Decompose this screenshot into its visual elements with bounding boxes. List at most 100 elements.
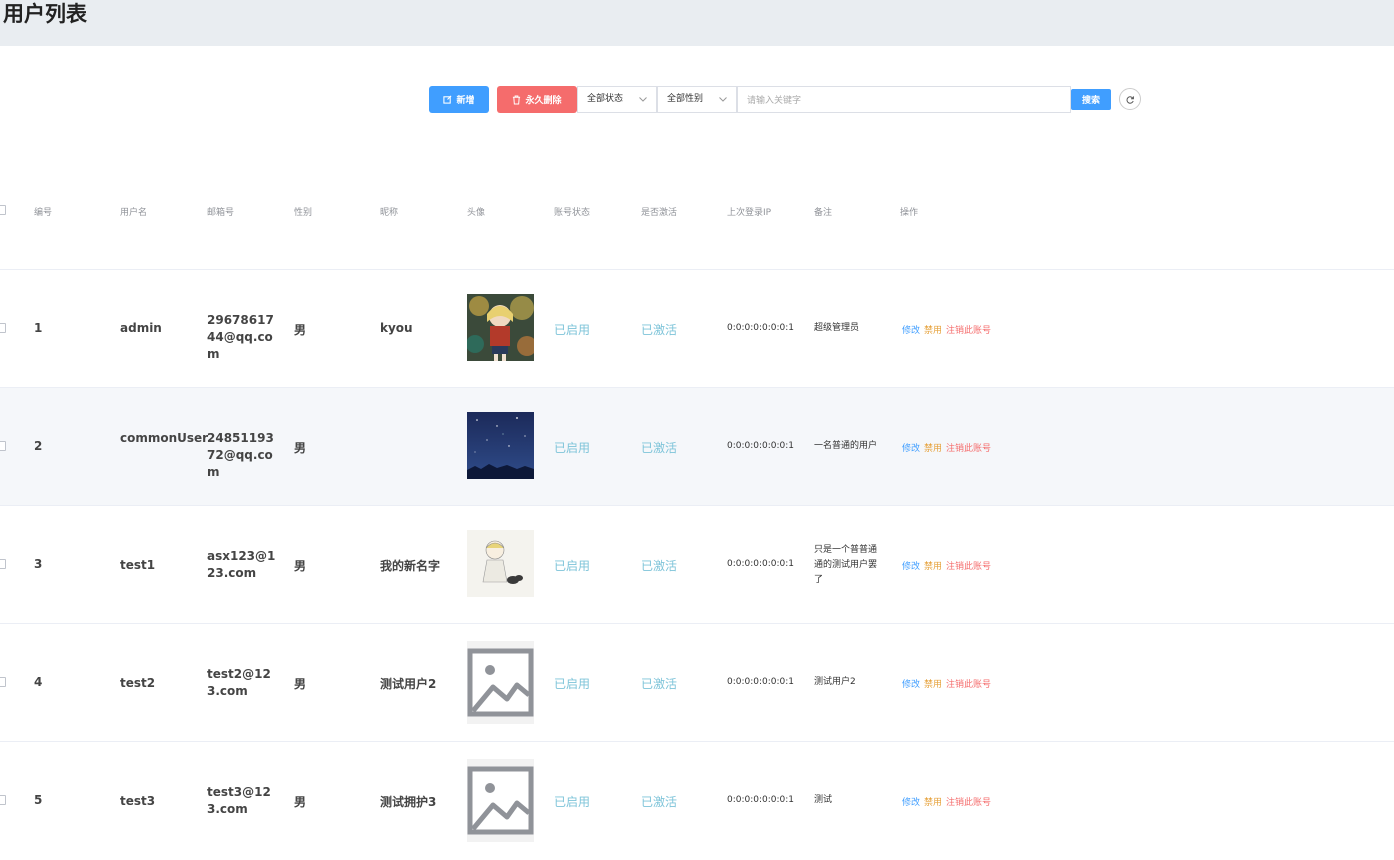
table-row: 1 admin 2967861744@qq.com 男 kyou 已启用 已激活… [0,270,1394,388]
row-actions: 修改 禁用 注销此账号 [902,677,991,690]
column-header-state: 账号状态 [554,208,591,218]
column-header-email: 邮箱号 [207,208,235,218]
row-nickname: kyou [380,321,413,335]
activation-badge: 已激活 [641,323,678,337]
status-select-value: 全部状态 [587,94,624,104]
row-sex: 男 [294,441,307,455]
image-placeholder-icon [467,759,534,842]
account-state-badge: 已启用 [554,795,591,809]
row-checkbox[interactable] [0,323,6,333]
row-username: test2 [120,676,156,690]
row-checkbox[interactable] [0,677,6,687]
row-id: 4 [34,675,43,689]
cancel-account-link[interactable]: 注销此账号 [946,795,991,808]
account-state-badge: 已启用 [554,441,591,455]
column-header-sex: 性别 [294,208,313,218]
row-username: test3 [120,794,156,808]
column-header-ip: 上次登录IP [727,208,772,218]
add-button[interactable]: 新增 [429,86,489,113]
row-ip: 0:0:0:0:0:0:0:1 [727,795,795,805]
ban-link[interactable]: 禁用 [924,559,942,572]
column-header-ops: 操作 [900,208,919,218]
activation-badge: 已激活 [641,559,678,573]
account-state-badge: 已启用 [554,559,591,573]
row-email: 2485119372@qq.com [207,431,274,479]
row-actions: 修改 禁用 注销此账号 [902,795,991,808]
row-email: test3@123.com [207,785,271,816]
search-input[interactable] [737,86,1071,113]
edit-link[interactable]: 修改 [902,559,920,572]
gender-select[interactable]: 全部性别 [657,86,737,113]
row-sex: 男 [294,677,307,691]
row-actions: 修改 禁用 注销此账号 [902,559,991,572]
row-id: 2 [34,439,43,453]
activation-badge: 已激活 [641,441,678,455]
column-header-username: 用户名 [120,208,148,218]
cancel-account-link[interactable]: 注销此账号 [946,323,991,336]
row-checkbox[interactable] [0,559,6,569]
column-header-id: 编号 [34,208,53,218]
table-row: 2 commonUser 2485119372@qq.com 男 已启用 已激活… [0,388,1394,506]
row-note: 测试 [814,795,833,805]
chevron-down-icon [639,87,647,112]
column-header-nickname: 昵称 [380,208,399,218]
ban-link[interactable]: 禁用 [924,323,942,336]
chevron-down-icon [719,87,727,112]
row-checkbox[interactable] [0,795,6,805]
table-row: 3 test1 asx123@123.com 男 我的新名字 已启用 已激活 0… [0,506,1394,624]
row-checkbox[interactable] [0,441,6,451]
status-select[interactable]: 全部状态 [577,86,657,113]
page-header: 用户列表 [0,0,1394,46]
gender-select-value: 全部性别 [667,94,704,104]
trash-icon [512,94,521,105]
row-nickname: 我的新名字 [380,559,441,573]
image-placeholder-icon [467,641,534,724]
row-ip: 0:0:0:0:0:0:0:1 [727,559,795,569]
row-id: 3 [34,557,43,571]
row-email: 2967861744@qq.com [207,313,274,361]
delete-button[interactable]: 永久删除 [497,86,577,113]
row-email: test2@123.com [207,667,271,698]
row-note: 超级管理员 [814,323,860,333]
row-nickname: 测试拥护3 [380,795,437,809]
refresh-button[interactable] [1119,88,1141,110]
row-actions: 修改 禁用 注销此账号 [902,323,991,336]
edit-link[interactable]: 修改 [902,677,920,690]
activation-badge: 已激活 [641,677,678,691]
row-id: 1 [34,321,43,335]
search-button[interactable]: 搜索 [1071,89,1111,110]
cancel-account-link[interactable]: 注销此账号 [946,559,991,572]
cancel-account-link[interactable]: 注销此账号 [946,677,991,690]
account-state-badge: 已启用 [554,677,591,691]
avatar [467,412,534,479]
row-sex: 男 [294,795,307,809]
delete-button-label: 永久删除 [525,96,562,106]
edit-link[interactable]: 修改 [902,323,920,336]
row-note: 测试用户2 [814,677,856,687]
edit-link[interactable]: 修改 [902,441,920,454]
column-header-avatar: 头像 [467,208,486,218]
row-username: commonUser [120,431,209,445]
avatar [467,294,534,361]
table-row: 5 test3 test3@123.com 男 测试拥护3 已启用 已激活 0:… [0,742,1394,860]
refresh-icon [1125,90,1135,109]
avatar [467,530,534,597]
table-header: 编号 用户名 邮箱号 性别 昵称 头像 账号状态 是否激活 上次登录IP 备注 … [0,152,1394,270]
row-ip: 0:0:0:0:0:0:0:1 [727,323,795,333]
row-note: 一名普通的用户 [814,441,878,451]
row-username: test1 [120,558,156,572]
ban-link[interactable]: 禁用 [924,441,942,454]
column-header-active: 是否激活 [641,208,678,218]
ban-link[interactable]: 禁用 [924,795,942,808]
row-username: admin [120,321,162,335]
row-nickname: 测试用户2 [380,677,437,691]
row-note: 只是一个普普通通的测试用户罢了 [814,545,878,585]
table-row: 4 test2 test2@123.com 男 测试用户2 已启用 已激活 0:… [0,624,1394,742]
page-title: 用户列表 [3,2,87,26]
ban-link[interactable]: 禁用 [924,677,942,690]
row-ip: 0:0:0:0:0:0:0:1 [727,677,795,687]
cancel-account-link[interactable]: 注销此账号 [946,441,991,454]
edit-icon [443,95,452,104]
select-all-checkbox[interactable] [0,205,6,215]
edit-link[interactable]: 修改 [902,795,920,808]
